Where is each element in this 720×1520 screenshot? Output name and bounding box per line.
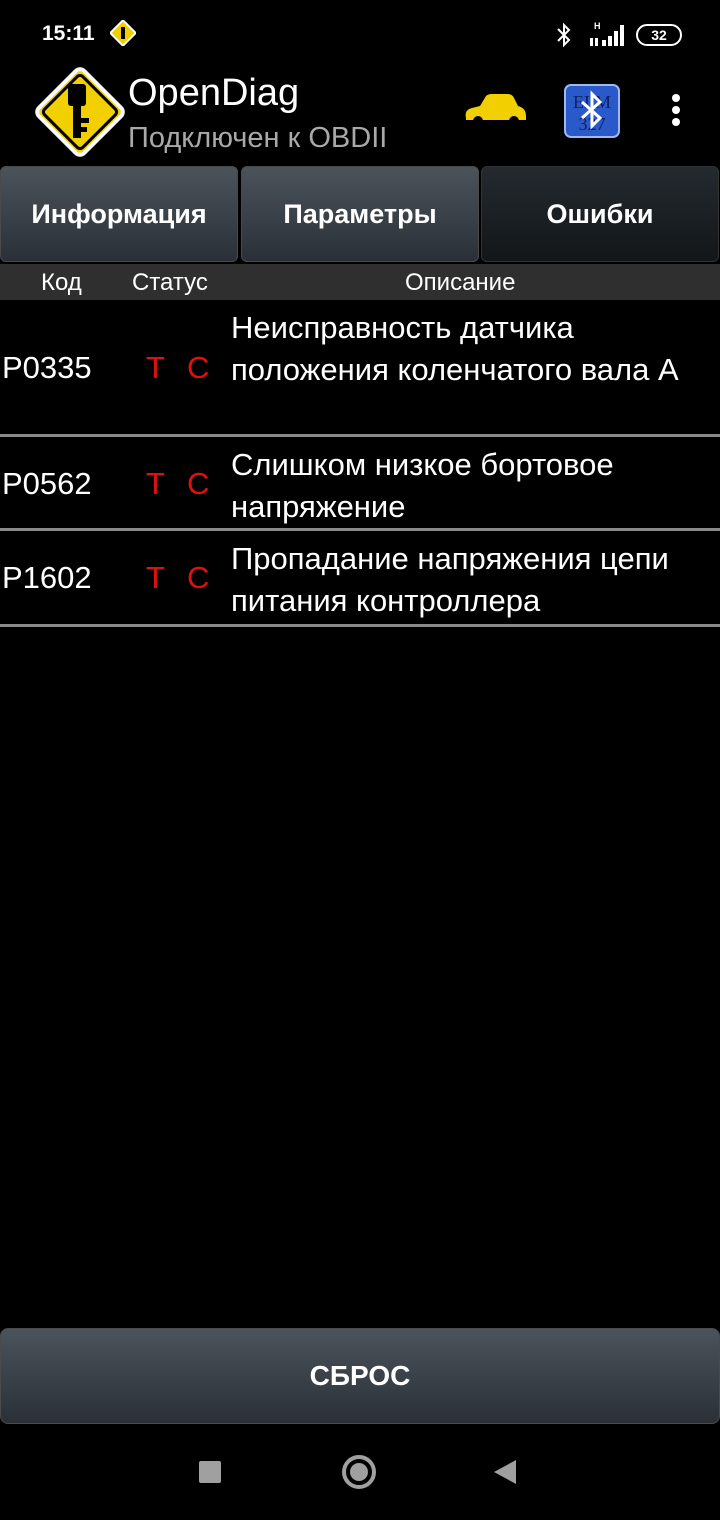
table-row[interactable]: P1602 T C Пропадание напряжения цепи пит… (0, 531, 720, 627)
table-row[interactable]: P0562 T C Слишком низкое бортовое напряж… (0, 437, 720, 531)
overflow-menu-icon[interactable] (664, 94, 688, 130)
status-c: C (187, 466, 210, 501)
error-description: Пропадание напряжения цепи питания контр… (231, 541, 669, 618)
network-type-label: H (594, 21, 601, 31)
status-t: T (146, 560, 165, 595)
app-logo-key-icon (35, 67, 125, 157)
tab-information[interactable]: Информация (0, 166, 238, 262)
status-t: T (146, 466, 165, 501)
table-header: Код Статус Описание (0, 264, 720, 300)
error-code: P0562 (2, 466, 92, 501)
column-description: Описание (405, 269, 516, 296)
tab-errors[interactable]: Ошибки (481, 166, 719, 262)
opendiag-notification-icon (110, 20, 136, 46)
error-code: P0335 (2, 350, 92, 385)
error-description: Неисправность датчика положения коленчат… (231, 310, 679, 387)
app-bar: OpenDiag Подключен к OBDII ELM 327 (0, 60, 720, 166)
battery-level: 32 (651, 27, 667, 43)
home-icon[interactable] (342, 1455, 376, 1489)
error-list: P0335 T C Неисправность датчика положени… (0, 300, 720, 627)
error-description: Слишком низкое бортовое напряжение (231, 447, 614, 524)
error-code: P1602 (2, 560, 92, 595)
column-status: Статус (132, 269, 208, 296)
connection-status: Подключен к OBDII (128, 122, 388, 154)
status-t: T (146, 350, 165, 385)
recent-apps-icon[interactable] (199, 1461, 221, 1483)
status-time: 15:11 (42, 22, 95, 45)
bluetooth-icon (557, 22, 571, 48)
status-c: C (187, 350, 210, 385)
car-icon[interactable] (462, 90, 530, 130)
reset-button[interactable]: СБРОС (0, 1328, 720, 1424)
tab-parameters[interactable]: Параметры (241, 166, 479, 262)
table-row[interactable]: P0335 T C Неисправность датчика положени… (0, 300, 720, 437)
cellular-signal-icon: H (588, 20, 628, 48)
tab-bar: Информация Параметры Ошибки (0, 166, 720, 264)
battery-icon: 32 (636, 24, 682, 46)
status-c: C (187, 560, 210, 595)
app-title: OpenDiag (128, 72, 300, 114)
navigation-bar (0, 1424, 720, 1520)
column-code: Код (41, 269, 82, 296)
elm327-bluetooth-icon[interactable]: ELM 327 (564, 84, 620, 138)
back-icon[interactable] (494, 1460, 516, 1484)
